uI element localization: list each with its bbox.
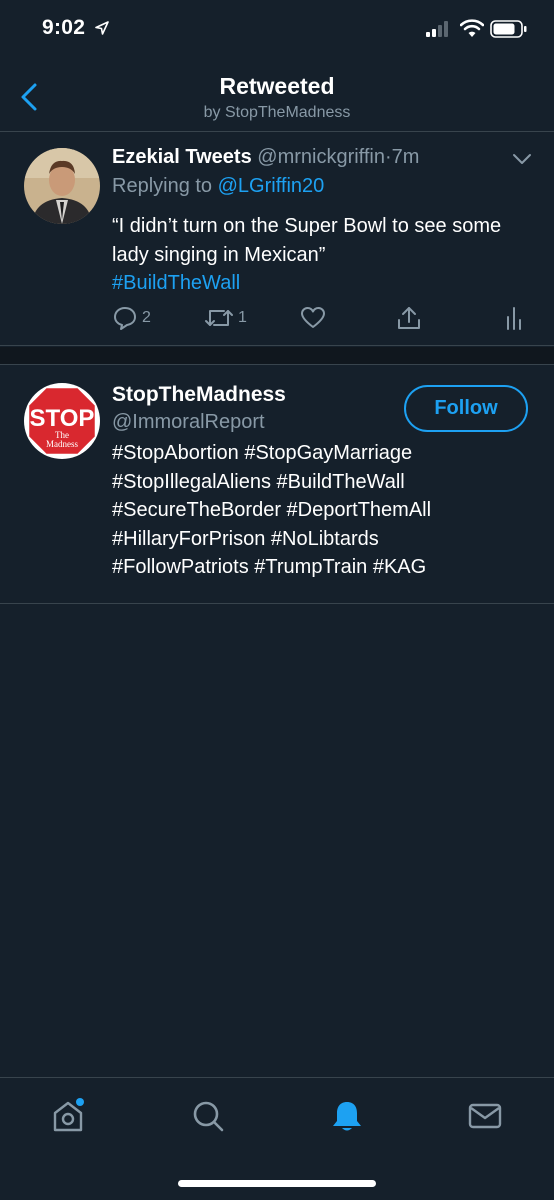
home-indicator[interactable] (178, 1180, 376, 1187)
share-button[interactable] (396, 305, 422, 331)
stop-sign-madness: Madness (46, 439, 78, 449)
user-handle[interactable]: @ImmoralReport (112, 411, 265, 434)
tweet-time: 7m (391, 146, 420, 168)
cellular-signal-icon (426, 21, 448, 37)
analytics-icon (507, 307, 521, 330)
messages-icon[interactable] (467, 1098, 503, 1134)
bio-line: #StopAbortion #StopGayMarriage (112, 442, 413, 464)
tweet-hashtag[interactable]: #BuildTheWall (112, 272, 240, 294)
like-button[interactable] (300, 305, 326, 331)
user-card[interactable]: STOP The Madness StopTheMadness @Immoral… (0, 366, 554, 604)
tweet[interactable]: Ezekial Tweets @mrnickgriffin·7m Replyin… (0, 132, 554, 346)
replying-label: Replying to (112, 175, 213, 197)
notifications-icon[interactable] (329, 1098, 365, 1134)
follow-button[interactable]: Follow (404, 385, 528, 432)
bio-line: #StopIllegalAliens #BuildTheWall (112, 470, 405, 493)
tweet-header: Ezekial Tweets @mrnickgriffin·7m (112, 146, 419, 169)
tweet-actions: 2 1 (0, 305, 554, 335)
author-handle[interactable]: @mrnickgriffin (257, 146, 385, 168)
reply-button[interactable]: 2 (112, 305, 151, 331)
tweet-body: “I didn’t turn on the Super Bowl to see … (112, 215, 502, 266)
separator-dot: · (385, 146, 392, 168)
status-bar: 9:02 (0, 0, 554, 60)
stop-sign-text: STOP (30, 405, 95, 432)
chevron-down-icon[interactable] (512, 152, 532, 166)
user-name[interactable]: StopTheMadness (112, 383, 286, 407)
retweet-button[interactable]: 1 (204, 305, 247, 331)
home-icon[interactable] (50, 1098, 86, 1134)
reply-count: 2 (142, 309, 151, 326)
analytics-button[interactable] (504, 305, 528, 331)
retweet-icon (205, 310, 233, 326)
wifi-icon (460, 19, 484, 37)
location-arrow-icon (95, 21, 109, 35)
status-time: 9:02 (42, 16, 86, 39)
bio-line: #HillaryForPrison #NoLibtards (112, 527, 379, 550)
author-photo-icon (24, 148, 100, 224)
nav-header: Retweeted by StopTheMadness (0, 60, 554, 132)
retweet-count: 1 (238, 309, 247, 326)
search-icon[interactable] (190, 1098, 226, 1134)
reply-icon (114, 307, 136, 330)
section-gap (0, 347, 554, 365)
page-title: Retweeted (219, 73, 335, 99)
bio-line: #SecureTheBorder #DeportThemAll (112, 499, 432, 521)
like-icon (301, 307, 325, 328)
bio-line: #FollowPatriots #TrumpTrain #KAG (112, 556, 427, 578)
author-name[interactable]: Ezekial Tweets (112, 146, 252, 168)
user-avatar[interactable]: STOP The Madness (24, 383, 100, 459)
tweet-text: “I didn’t turn on the Super Bowl to see … (112, 212, 532, 298)
page-subtitle: by StopTheMadness (203, 104, 351, 121)
replying-to: Replying to @LGriffin20 (112, 175, 324, 198)
author-avatar[interactable] (24, 148, 100, 224)
stop-sign-icon: STOP The Madness (26, 385, 98, 457)
user-bio: #StopAbortion #StopGayMarriage #StopIlle… (112, 439, 532, 582)
replying-handle[interactable]: @LGriffin20 (218, 175, 325, 197)
battery-icon (490, 20, 527, 38)
share-icon (398, 307, 420, 329)
